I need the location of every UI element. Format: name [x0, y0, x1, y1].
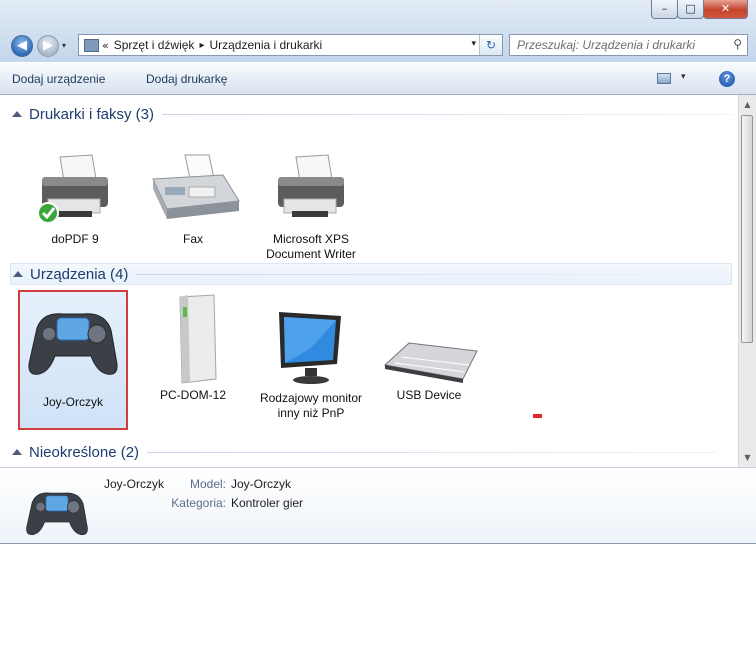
- device-label: doPDF 9: [51, 232, 99, 246]
- back-button[interactable]: ◀: [11, 35, 33, 57]
- help-button[interactable]: ?: [719, 71, 735, 87]
- search-placeholder: Przeszukaj: Urządzenia i drukarki: [517, 38, 696, 52]
- device-label: Joy-Orczyk: [43, 395, 103, 409]
- device-item-pc-dom-12[interactable]: PC-DOM-12: [138, 293, 248, 403]
- device-item-usb-device[interactable]: USB Device: [374, 337, 484, 403]
- device-item-generic-monitor[interactable]: Rodzajowy monitor inny niż PnP: [256, 308, 366, 421]
- group-header-devices[interactable]: Urządzenia (4): [10, 263, 732, 285]
- breadcrumb-hardware-and-sound[interactable]: Sprzęt i dźwięk: [114, 38, 195, 52]
- group-header-printers[interactable]: Drukarki i faksy (3): [12, 103, 733, 125]
- scroll-thumb[interactable]: [741, 115, 753, 343]
- printer-icon: [278, 154, 344, 217]
- vertical-scrollbar[interactable]: ▲ ▼: [738, 95, 756, 467]
- device-list: Drukarki i faksy (3) doPDF 9 Fax Microso…: [0, 95, 738, 467]
- fax-icon: [152, 154, 240, 219]
- command-bar: Dodaj urządzenie Dodaj drukarkę ▾ ?: [0, 62, 756, 95]
- group-divider: [136, 273, 707, 275]
- printer-default-icon: [37, 154, 108, 224]
- details-model-label: Model:: [189, 477, 226, 491]
- address-bar[interactable]: « Sprzęt i dźwięk ▸ Urządzenia i drukark…: [78, 34, 503, 56]
- close-button[interactable]: ✕: [703, 0, 748, 19]
- device-label: PC-DOM-12: [159, 388, 226, 402]
- recent-pages-dropdown[interactable]: ▾: [62, 41, 66, 50]
- group-label-unspecified: Nieokreślone (2): [29, 443, 140, 461]
- group-label-devices: Urządzenia (4): [30, 265, 129, 283]
- search-icon[interactable]: ⚲: [733, 37, 742, 51]
- device-item-dopdf[interactable]: doPDF 9: [20, 153, 130, 247]
- group-label-printers: Drukarki i faksy (3): [29, 105, 155, 123]
- computer-icon: [179, 294, 217, 384]
- device-item-fax[interactable]: Fax: [138, 153, 248, 247]
- control-panel-icon: [84, 38, 99, 52]
- group-divider: [162, 113, 733, 115]
- change-view-icon[interactable]: [657, 73, 671, 84]
- device-label: Fax: [182, 232, 203, 246]
- scroll-up-arrow-icon[interactable]: ▲: [739, 96, 756, 113]
- device-label: Microsoft XPS Document Writer: [266, 232, 356, 261]
- collapse-triangle-icon[interactable]: [12, 111, 22, 117]
- collapse-triangle-icon[interactable]: [12, 449, 22, 455]
- scroll-down-arrow-icon[interactable]: ▼: [739, 449, 756, 466]
- device-item-xps-writer[interactable]: Microsoft XPS Document Writer: [256, 153, 366, 262]
- group-header-unspecified[interactable]: Nieokreślone (2): [12, 441, 718, 463]
- keyboard-icon: [383, 342, 478, 383]
- minimize-button[interactable]: –: [651, 0, 678, 19]
- details-model-value: Joy-Orczyk: [231, 477, 291, 491]
- device-label: USB Device: [396, 388, 462, 402]
- details-pane: Joy-Orczyk Model: Joy-Orczyk Kategoria: …: [0, 467, 756, 543]
- add-printer-button[interactable]: Dodaj drukarkę: [146, 72, 227, 86]
- annotation-mark: [533, 414, 542, 418]
- device-item-joy-orczyk[interactable]: Joy-Orczyk: [18, 290, 128, 430]
- maximize-button[interactable]: □: [677, 0, 704, 19]
- gamepad-icon: [28, 313, 118, 375]
- refresh-button[interactable]: ↻: [479, 35, 502, 55]
- search-input[interactable]: Przeszukaj: Urządzenia i drukarki ⚲: [509, 34, 748, 56]
- monitor-icon: [279, 312, 341, 384]
- collapse-triangle-icon[interactable]: [13, 271, 23, 277]
- devices-and-printers-window: – □ ✕ ◀ ▶ ▾ « Sprzęt i dźwięk ▸ Urządzen…: [0, 0, 756, 544]
- forward-button[interactable]: ▶: [37, 35, 59, 57]
- breadcrumb-devices-and-printers[interactable]: Urządzenia i drukarki: [209, 38, 322, 52]
- navigation-bar: – □ ✕ ◀ ▶ ▾ « Sprzęt i dźwięk ▸ Urządzen…: [0, 0, 756, 62]
- address-overflow-icon[interactable]: «: [102, 39, 109, 52]
- view-options-dropdown[interactable]: ▾: [681, 72, 686, 82]
- gamepad-icon: [26, 492, 88, 536]
- add-device-button[interactable]: Dodaj urządzenie: [12, 72, 105, 86]
- breadcrumb-separator-icon[interactable]: ▸: [199, 40, 204, 51]
- device-label: Rodzajowy monitor inny niż PnP: [259, 391, 363, 420]
- group-divider: [147, 451, 718, 453]
- details-category-label: Kategoria:: [171, 496, 226, 510]
- address-dropdown-icon[interactable]: ▾: [471, 39, 476, 49]
- details-category-value: Kontroler gier: [231, 496, 304, 510]
